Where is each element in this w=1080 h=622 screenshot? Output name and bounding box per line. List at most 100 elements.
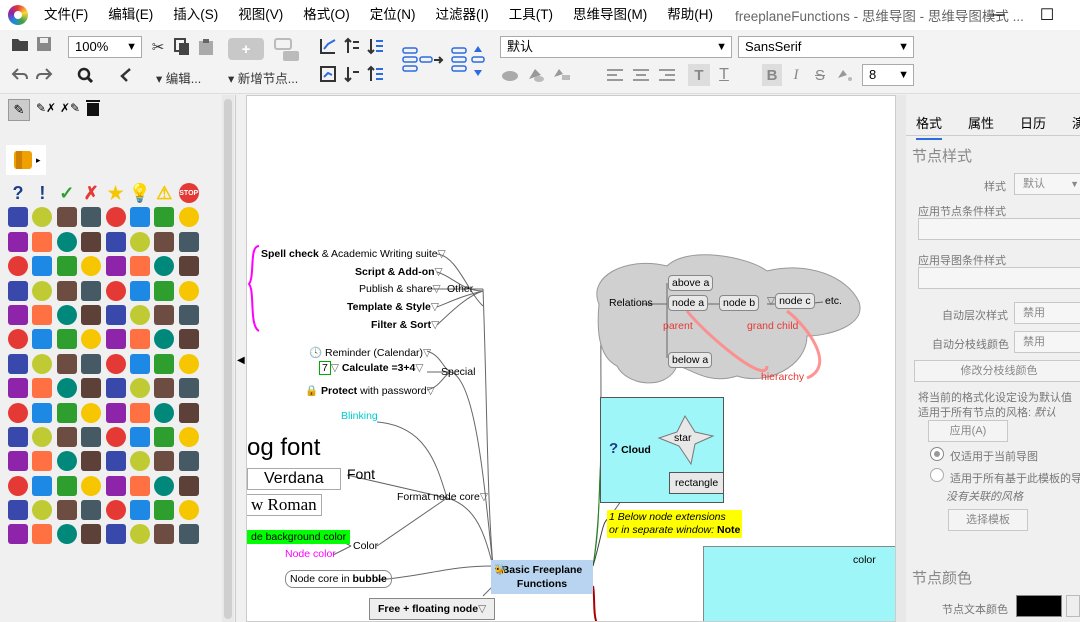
new-node-dropdown[interactable]: ▾ 新增节点...: [228, 68, 318, 86]
icon-94-icon[interactable]: [154, 451, 175, 472]
canvas-scrollbar[interactable]: [896, 95, 906, 622]
icon-22-icon[interactable]: [154, 231, 175, 252]
node-cond-style-field[interactable]: [918, 218, 1080, 240]
icon-25-icon[interactable]: [32, 256, 53, 277]
icon-34-icon[interactable]: [56, 280, 77, 301]
node-color-right[interactable]: color: [853, 554, 876, 566]
icon-30-icon[interactable]: [154, 256, 175, 277]
node-rectangle[interactable]: rectangle: [669, 472, 725, 494]
icon-14-icon[interactable]: [154, 207, 175, 228]
icon-89-icon[interactable]: [32, 451, 53, 472]
icon-96-icon[interactable]: [8, 475, 28, 496]
icon-37-icon[interactable]: [129, 280, 150, 301]
icon-46-icon[interactable]: [154, 304, 175, 325]
minimize-button[interactable]: —: [974, 0, 1020, 30]
icon-99-icon[interactable]: [81, 475, 102, 496]
align-right-icon[interactable]: [658, 66, 676, 84]
icon-72-icon[interactable]: [8, 402, 28, 423]
undo-icon[interactable]: [10, 64, 30, 84]
icon-43-icon[interactable]: [81, 304, 102, 325]
icon-7-glyph-icon[interactable]: STOP: [178, 183, 199, 203]
icon-9-icon[interactable]: [32, 207, 53, 228]
modify-branch-color-button[interactable]: 修改分枝线颜色: [914, 360, 1080, 382]
node-a[interactable]: node a: [668, 295, 709, 311]
align-left-icon[interactable]: [606, 66, 624, 84]
zoom-select[interactable]: 100% ▼: [68, 36, 142, 58]
node-free-floating[interactable]: Free + floating node▽: [369, 598, 496, 620]
icon-75-icon[interactable]: [81, 402, 102, 423]
italic-icon[interactable]: I: [786, 64, 806, 86]
menu-format[interactable]: 格式(O): [293, 0, 360, 30]
icon-118-icon[interactable]: [154, 524, 175, 545]
icon-3-glyph-icon[interactable]: ✗: [81, 183, 101, 203]
node-below-extensions[interactable]: 1 Below node extensions or in separate w…: [607, 510, 743, 538]
icon-95-icon[interactable]: [178, 451, 199, 472]
icon-51-icon[interactable]: [81, 329, 102, 350]
icon-65-icon[interactable]: [32, 378, 53, 399]
text-color-icon[interactable]: [834, 64, 856, 86]
icon-15-icon[interactable]: [178, 207, 199, 228]
icon-79-icon[interactable]: [178, 402, 199, 423]
icon-0-glyph-icon[interactable]: ?: [8, 183, 28, 203]
icon-12-icon[interactable]: [105, 207, 126, 228]
icon-57-icon[interactable]: [32, 353, 53, 374]
icon-41-icon[interactable]: [32, 304, 53, 325]
icon-105-icon[interactable]: [32, 500, 53, 521]
icon-32-icon[interactable]: [8, 280, 28, 301]
icon-98-icon[interactable]: [56, 475, 77, 496]
bold-icon[interactable]: B: [762, 64, 782, 86]
icon-108-icon[interactable]: [105, 500, 126, 521]
icon-21-icon[interactable]: [129, 231, 150, 252]
icon-69-icon[interactable]: [129, 378, 150, 399]
tab-presentation[interactable]: 演: [1072, 113, 1080, 132]
open-folder-icon[interactable]: [10, 34, 30, 54]
menu-help[interactable]: 帮助(H): [657, 0, 723, 30]
auto-branch-select[interactable]: 禁用: [1014, 331, 1080, 353]
icon-109-icon[interactable]: [129, 500, 150, 521]
icon-44-icon[interactable]: [105, 304, 126, 325]
icon-20-icon[interactable]: [105, 231, 126, 252]
node-bubble[interactable]: Node core in bubble: [285, 570, 392, 588]
node-below-a[interactable]: below a: [668, 352, 713, 368]
radio-all-template[interactable]: [930, 468, 944, 482]
icon-18-icon[interactable]: [56, 231, 77, 252]
icon-29-icon[interactable]: [129, 256, 150, 277]
icon-2-glyph-icon[interactable]: ✓: [57, 183, 77, 203]
icon-64-icon[interactable]: [8, 378, 28, 399]
sort-reverse-icon[interactable]: [366, 64, 386, 84]
cloud-color-icon[interactable]: [524, 64, 546, 84]
icon-103-icon[interactable]: [178, 475, 199, 496]
icon-4-glyph-icon[interactable]: ★: [106, 183, 126, 203]
menu-view[interactable]: 视图(V): [228, 0, 293, 30]
node-etc[interactable]: etc.: [825, 295, 842, 307]
icon-90-icon[interactable]: [56, 451, 77, 472]
icon-category-selector[interactable]: ▸: [6, 145, 46, 175]
icon-66-icon[interactable]: [56, 378, 77, 399]
node-blinking[interactable]: Blinking: [341, 410, 378, 422]
style-select[interactable]: 默认 ▼: [1014, 173, 1080, 195]
menu-tools[interactable]: 工具(T): [499, 0, 563, 30]
icon-110-icon[interactable]: [154, 500, 175, 521]
icon-53-icon[interactable]: [129, 329, 150, 350]
font-family-select[interactable]: SansSerif ▼: [738, 36, 914, 58]
icon-39-icon[interactable]: [178, 280, 199, 301]
icon-48-icon[interactable]: [8, 329, 28, 350]
icon-17-icon[interactable]: [32, 231, 53, 252]
node-protect[interactable]: 🔒 Protect with password▽: [305, 384, 435, 397]
node-times-roman[interactable]: w Roman: [247, 494, 322, 516]
icon-88-icon[interactable]: [8, 451, 28, 472]
icon-42-icon[interactable]: [56, 304, 77, 325]
text-underline-icon[interactable]: T: [714, 64, 734, 86]
icon-85-icon[interactable]: [129, 426, 150, 447]
icon-19-icon[interactable]: [81, 231, 102, 252]
menu-navigate[interactable]: 定位(N): [360, 0, 426, 30]
icon-101-icon[interactable]: [129, 475, 150, 496]
icon-8-icon[interactable]: [8, 207, 28, 228]
text-color-swatch[interactable]: [1016, 595, 1062, 617]
node-font[interactable]: Font: [347, 466, 375, 482]
icon-67-icon[interactable]: [81, 378, 102, 399]
style-select[interactable]: 默认 ▼: [500, 36, 732, 58]
map-cond-style-field[interactable]: [918, 267, 1080, 289]
icon-70-icon[interactable]: [154, 378, 175, 399]
cloud-shape-icon[interactable]: [550, 64, 572, 84]
